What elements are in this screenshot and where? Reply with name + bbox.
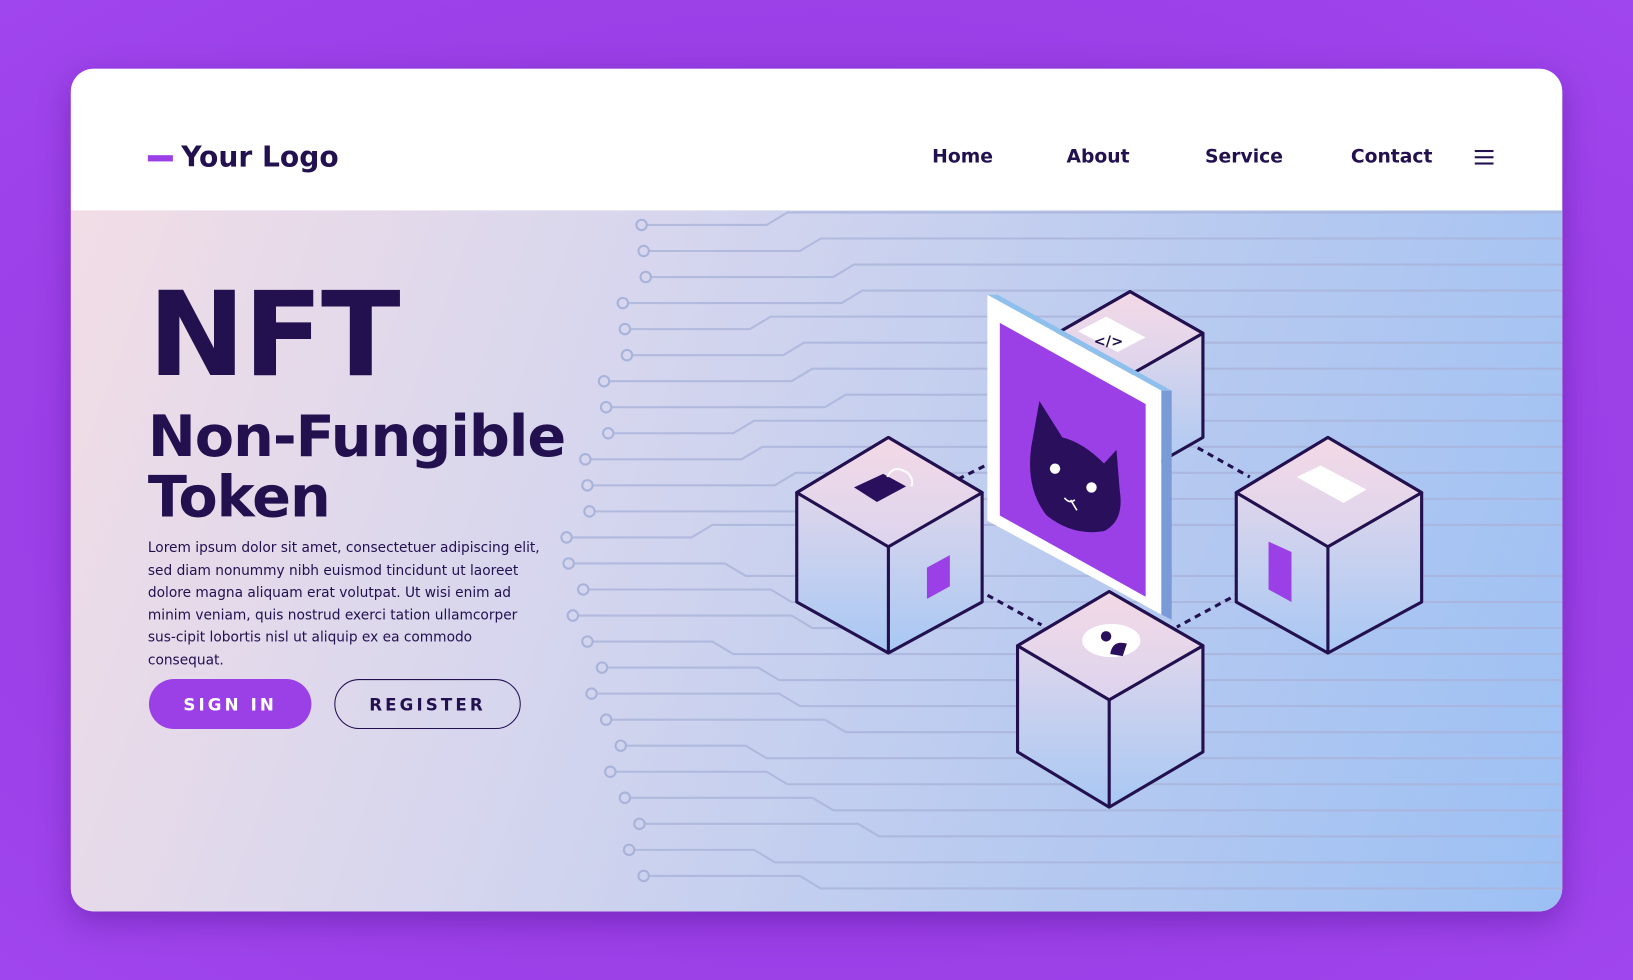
page-background: Your Logo Home About Service Contact NFT… bbox=[0, 0, 1633, 980]
logo-text: Your Logo bbox=[181, 141, 339, 174]
nft-illustration: </> bbox=[795, 290, 1424, 809]
logo-mark bbox=[147, 154, 173, 161]
header: Your Logo Home About Service Contact bbox=[70, 68, 1563, 211]
nav-contact[interactable]: Contact bbox=[1351, 146, 1433, 168]
nav-service[interactable]: Service bbox=[1205, 146, 1283, 168]
phone-cube bbox=[1234, 435, 1424, 655]
hamburger-icon[interactable] bbox=[1474, 149, 1494, 169]
landing-card: Your Logo Home About Service Contact NFT… bbox=[70, 68, 1563, 912]
user-cube bbox=[1015, 590, 1205, 809]
nav-home[interactable]: Home bbox=[932, 146, 993, 168]
nav-about[interactable]: About bbox=[1066, 146, 1129, 168]
logo[interactable]: Your Logo bbox=[147, 141, 339, 174]
svg-text:</>: </> bbox=[1094, 333, 1124, 350]
lock-cube bbox=[795, 435, 984, 655]
hero-section: NFT Non-Fungible Token Lorem ipsum dolor… bbox=[70, 210, 1563, 912]
